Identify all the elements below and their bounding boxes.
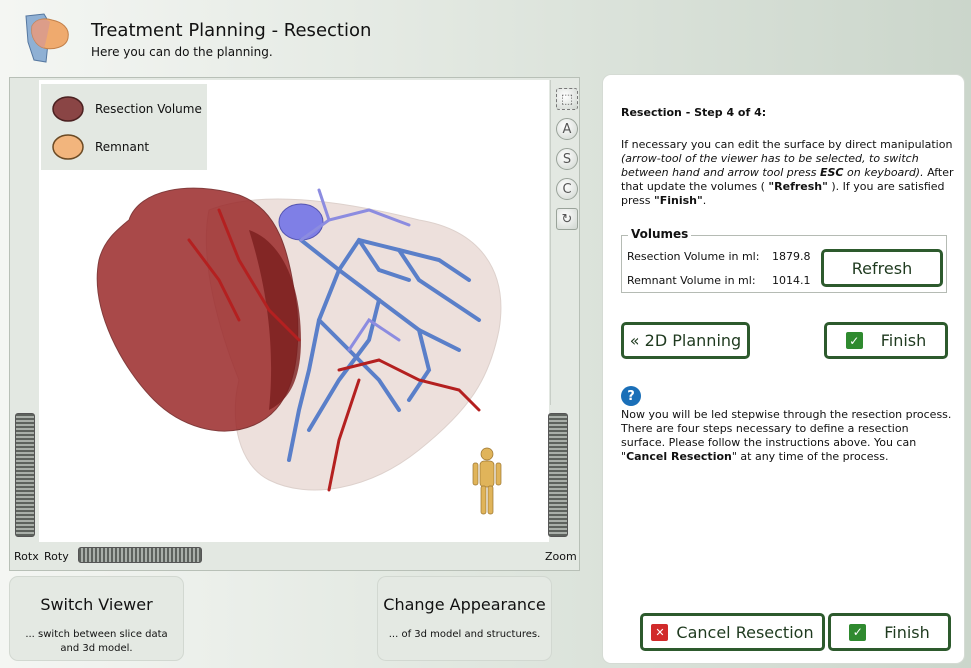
help-cancel: Cancel Resection	[626, 450, 732, 463]
help-text: Now you will be led stepwise through the…	[621, 408, 956, 464]
legend-item-remnant: Remnant	[51, 132, 149, 162]
resection-panel: Resection - Step 4 of 4: If necessary yo…	[602, 74, 965, 664]
instr-refresh: "Refresh"	[768, 180, 828, 193]
legend-label-resection: Resection Volume	[95, 102, 202, 116]
app-logo-icon	[25, 13, 69, 63]
switch-viewer-button[interactable]: Switch Viewer ... switch between slice d…	[9, 576, 184, 661]
instr-esc: ESC	[819, 166, 844, 179]
remnant-swatch-icon	[52, 134, 84, 160]
finish-label-top: Finish	[880, 331, 927, 350]
switch-viewer-title: Switch Viewer	[40, 595, 153, 614]
roty-label: Roty	[44, 550, 69, 563]
help-icon: ?	[621, 386, 641, 406]
switch-viewer-desc: ... switch between slice data and 3d mod…	[25, 629, 168, 654]
remnant-volume-label: Remnant Volume in ml:	[627, 274, 756, 287]
cancel-resection-button[interactable]: ✕ Cancel Resection	[640, 613, 825, 651]
page-subtitle: Here you can do the planning.	[91, 45, 273, 59]
step-instructions: If necessary you can edit the surface by…	[621, 138, 956, 208]
checkmark-icon: ✓	[849, 623, 867, 641]
resection-swatch-icon	[52, 96, 84, 122]
refresh-button[interactable]: Refresh	[821, 249, 943, 287]
help-part-2: " at any time of the process.	[731, 450, 889, 463]
viewer-3d[interactable]: Resection Volume Remnant ⬚ A S C ↻ Rotx …	[9, 77, 580, 571]
instr-part-3: on keyboard).	[843, 166, 924, 179]
instr-finish: "Finish"	[654, 194, 703, 207]
view-coronal-button[interactable]: C	[556, 178, 578, 200]
view-axial-button[interactable]: A	[556, 118, 578, 140]
legend-label-remnant: Remnant	[95, 140, 150, 154]
rotx-wheel[interactable]	[15, 413, 35, 537]
checkmark-icon: ✓	[845, 332, 863, 349]
rotx-label: Rotx	[14, 550, 39, 563]
change-appearance-desc: ... of 3d model and structures.	[388, 629, 541, 640]
legend-item-resection: Resection Volume	[51, 94, 202, 124]
viewer-canvas[interactable]: Resection Volume Remnant	[39, 80, 549, 542]
roty-wheel[interactable]	[78, 547, 202, 563]
resection-volume-label: Resection Volume in ml:	[627, 250, 760, 263]
page-title: Treatment Planning - Resection	[91, 20, 372, 41]
viewer-legend: Resection Volume Remnant	[41, 84, 207, 170]
view-sagittal-button[interactable]: S	[556, 148, 578, 170]
2d-planning-button[interactable]: « 2D Planning	[621, 322, 750, 359]
instr-part-6: .	[702, 194, 707, 207]
remnant-volume-value: 1014.1	[772, 274, 811, 287]
finish-button-bottom[interactable]: ✓ Finish	[828, 613, 951, 651]
cancel-x-icon: ✕	[651, 623, 669, 641]
finish-label-bottom: Finish	[884, 622, 930, 642]
step-title: Resection - Step 4 of 4:	[621, 106, 767, 119]
resection-volume-value: 1879.8	[772, 250, 811, 263]
zoom-label: Zoom	[545, 550, 577, 563]
instr-part-1: If necessary you can edit the surface by…	[621, 138, 953, 151]
arrow-tool-icon[interactable]: ⬚	[556, 88, 578, 110]
rotate-view-icon[interactable]: ↻	[556, 208, 578, 230]
change-appearance-button[interactable]: Change Appearance ... of 3d model and st…	[377, 576, 552, 661]
finish-button-top[interactable]: ✓ Finish	[824, 322, 948, 359]
change-appearance-title: Change Appearance	[383, 595, 546, 614]
zoom-wheel[interactable]	[548, 413, 568, 537]
orientation-figure	[472, 447, 502, 515]
cancel-resection-label: Cancel Resection	[676, 622, 814, 642]
volumes-heading: Volumes	[628, 227, 692, 241]
viewer-toolbar: ⬚ A S C ↻	[550, 80, 580, 405]
